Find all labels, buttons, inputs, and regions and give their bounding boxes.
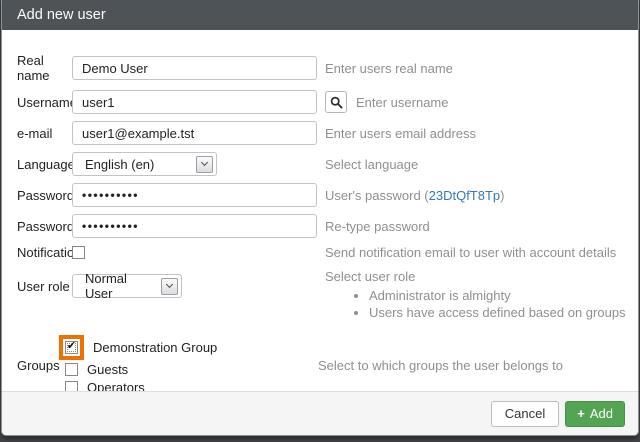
highlight-box xyxy=(59,335,84,360)
group-option-demonstration: Demonstration Group xyxy=(65,334,318,360)
user-role-select-value: Normal User xyxy=(85,271,153,301)
cancel-button[interactable]: Cancel xyxy=(491,401,559,427)
user-role-label: User role xyxy=(2,269,72,294)
group-demonstration-checkbox[interactable] xyxy=(65,341,78,354)
user-role-select[interactable]: Normal User xyxy=(72,274,182,298)
password-hint: User's password (23DtQfT8Tp) xyxy=(325,188,505,203)
real-name-label: Real name xyxy=(2,53,72,83)
plus-icon: + xyxy=(577,406,585,421)
email-label: e-mail xyxy=(2,126,72,141)
generated-password-text: 23DtQfT8Tp xyxy=(429,188,501,203)
group-option-label: Demonstration Group xyxy=(93,340,217,355)
user-role-hint-list: Administrator is almighty Users have acc… xyxy=(369,287,638,321)
password-retype-label: Password xyxy=(2,219,72,234)
group-option-label: Guests xyxy=(87,362,128,377)
user-role-hint: Select user role xyxy=(325,269,638,284)
groups-label: Groups xyxy=(2,358,72,373)
password-input[interactable] xyxy=(72,183,317,207)
real-name-input[interactable] xyxy=(72,56,317,80)
user-role-row: User role Normal User Select user role A… xyxy=(2,269,638,321)
group-guests-checkbox[interactable] xyxy=(65,363,78,376)
password-label: Password xyxy=(2,188,72,203)
real-name-hint: Enter users real name xyxy=(325,61,453,76)
user-role-hint-item: Users have access defined based on group… xyxy=(369,304,638,321)
notification-checkbox[interactable] xyxy=(72,246,85,259)
chevron-down-icon xyxy=(196,156,213,173)
password-retype-hint: Re-type password xyxy=(325,219,430,234)
email-input[interactable] xyxy=(72,121,317,145)
chevron-down-icon xyxy=(161,278,178,295)
groups-row: Groups Demonstration Group Guests Operat… xyxy=(2,334,638,396)
username-label: Username xyxy=(2,95,72,110)
dialog-body: Real name Enter users real name Username xyxy=(2,30,638,396)
dialog-header: Add new user xyxy=(2,0,638,30)
add-button-label: Add xyxy=(590,406,613,421)
username-hint: Enter username xyxy=(356,95,449,110)
group-option-guests: Guests xyxy=(65,360,318,378)
add-button[interactable]: + Add xyxy=(565,401,625,427)
add-new-user-dialog: Add new user Real name Enter users real … xyxy=(1,0,639,436)
dialog-footer: Cancel + Add xyxy=(2,391,638,435)
password-retype-row: Password Re-type password xyxy=(2,214,638,238)
language-select[interactable]: English (en) xyxy=(72,152,217,176)
username-search-button[interactable] xyxy=(325,91,347,113)
notification-hint: Send notification email to user with acc… xyxy=(325,245,616,260)
real-name-row: Real name Enter users real name xyxy=(2,53,638,83)
password-retype-input[interactable] xyxy=(72,214,317,238)
email-hint: Enter users email address xyxy=(325,126,476,141)
language-label: Language xyxy=(2,157,72,172)
search-icon xyxy=(330,96,343,109)
email-row: e-mail Enter users email address xyxy=(2,121,638,145)
language-hint: Select language xyxy=(325,157,418,172)
username-row: Username Enter username xyxy=(2,90,638,114)
user-role-hint-item: Administrator is almighty xyxy=(369,287,638,304)
dialog-title: Add new user xyxy=(17,7,106,23)
notification-row: Notification Send notification email to … xyxy=(2,245,638,259)
groups-hint: Select to which groups the user belongs … xyxy=(318,358,563,373)
language-select-value: English (en) xyxy=(85,157,154,172)
username-input[interactable] xyxy=(72,90,317,114)
language-row: Language English (en) Select language xyxy=(2,152,638,176)
password-row: Password User's password (23DtQfT8Tp) xyxy=(2,183,638,207)
notification-label: Notification xyxy=(2,245,72,260)
